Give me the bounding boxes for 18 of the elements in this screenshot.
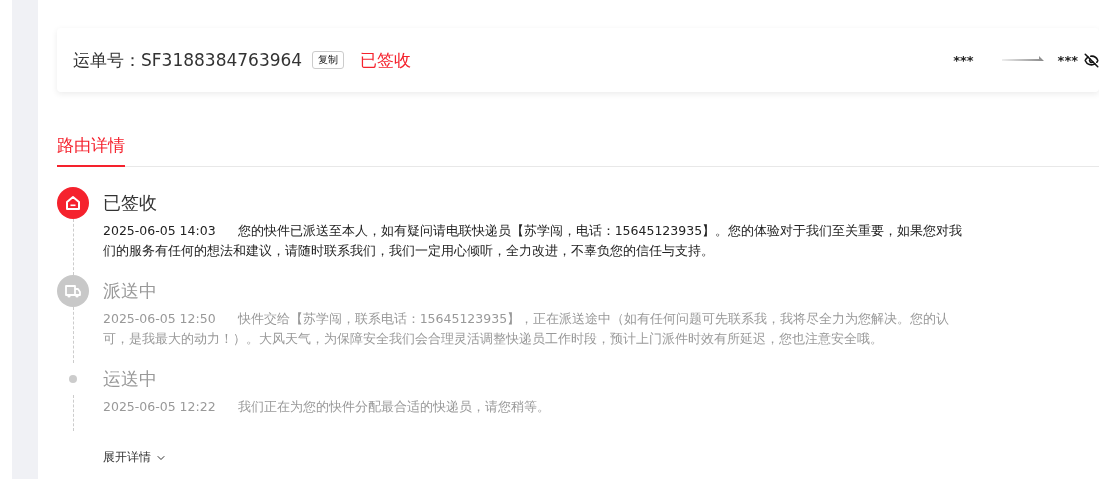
tab[interactable]: 路由详情 (57, 134, 125, 167)
copy-button[interactable]: 复制 (312, 51, 345, 69)
delivery-status: 已签收 (360, 48, 412, 72)
event-description: 2025-06-05 12:22 我们正在为您的快件分配最合适的快递员，请您稍等。 (103, 398, 551, 416)
destination-text: *** (1057, 52, 1078, 68)
event-description: 2025-06-05 14:03 您的快件已派送至本人，如有疑问请电联快递员【苏学闯，电话：15645123935】。您的体验对于我们至关重要，如果您对我们的服务有任何的想法和建议，请随时联系我们，我们一定用心倾听，全力改进，不辜负您的信任与支持。 (103, 222, 964, 260)
event-title: 已签收 (103, 191, 158, 215)
event-title: 运送中 (103, 367, 158, 391)
event-title: 派送中 (103, 279, 158, 303)
expand-details-link[interactable]: 展开详情 (103, 449, 167, 466)
event-description: 2025-06-05 12:50 快件交给【苏学闯，联系电话：15645123935】，正在派送途中（如有任何问题可先联系我，我将尽全力为您解决。您的认可，是我最大的动力！）。大风天气，为保障安全我们会合理灵活调整快递员工作时段，预计上门派件时效有所延迟，您也注意安全哦。 (103, 310, 951, 348)
truck-icon (64, 282, 82, 300)
route-arrow-icon (1001, 56, 1044, 64)
waybill-label: 运单号： (73, 48, 141, 72)
origin-text: *** (953, 52, 974, 68)
waybill-number: SF3188384763964 (141, 50, 303, 70)
home-icon (64, 194, 82, 212)
eye-off-icon[interactable] (1084, 52, 1099, 68)
